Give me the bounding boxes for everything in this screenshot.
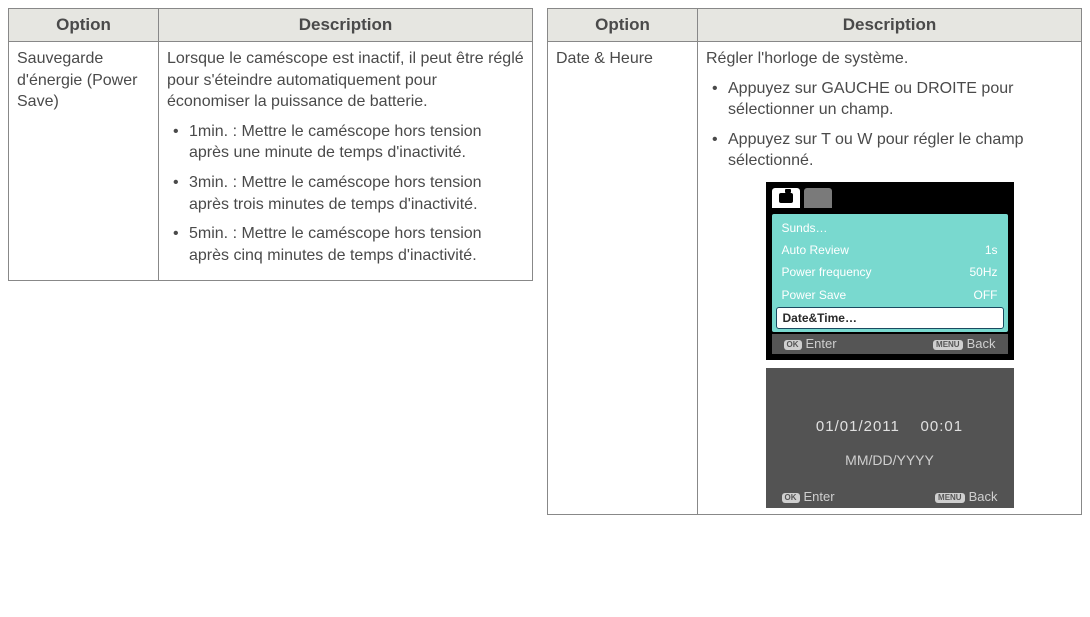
back-label: MENUBack bbox=[933, 335, 995, 353]
powersave-bullets: 1min. : Mettre le caméscope hors tension… bbox=[167, 121, 524, 267]
tab-other bbox=[804, 188, 832, 208]
menu-label: Auto Review bbox=[782, 242, 849, 258]
header-option: Option bbox=[9, 9, 159, 42]
list-item: 5min. : Mettre le caméscope hors tension… bbox=[185, 223, 524, 266]
menu-value: 1s bbox=[985, 242, 998, 258]
list-item: 3min. : Mettre le caméscope hors tension… bbox=[185, 172, 524, 215]
cell-option-date: Date & Heure bbox=[548, 42, 698, 515]
list-item: Appuyez sur T ou W pour régler le champ … bbox=[724, 129, 1073, 172]
back-label: MENUBack bbox=[935, 488, 997, 506]
header-description: Description bbox=[159, 9, 533, 42]
time-value: 00:01 bbox=[921, 418, 964, 435]
menu-icon: MENU bbox=[933, 340, 963, 350]
header-description: Description bbox=[698, 9, 1082, 42]
header-option: Option bbox=[548, 9, 698, 42]
menu-row: Auto Review 1s bbox=[776, 240, 1004, 260]
camera-icon bbox=[779, 193, 793, 203]
menu-row: Power Save OFF bbox=[776, 285, 1004, 305]
powersave-intro: Lorsque le caméscope est inactif, il peu… bbox=[167, 48, 524, 113]
tab-bar bbox=[772, 188, 1008, 210]
date-format: MM/DD/YYYY bbox=[766, 451, 1014, 470]
tab-camera bbox=[772, 188, 800, 208]
enter-label: OKEnter bbox=[784, 335, 837, 353]
menu-row: Sunds… bbox=[776, 218, 1004, 238]
datetime-footer: OKEnter MENUBack bbox=[766, 486, 1014, 508]
menu-label: Date&Time… bbox=[783, 310, 857, 326]
date-intro: Régler l'horloge de système. bbox=[706, 48, 1073, 70]
menu-label: Power Save bbox=[782, 287, 847, 303]
date-time-line: 01/01/2011 00:01 bbox=[766, 417, 1014, 437]
table-date-heure: Option Description Date & Heure Régler l… bbox=[547, 8, 1082, 515]
menu-label: Power frequency bbox=[782, 264, 872, 280]
list-item: Appuyez sur GAUCHE ou DROITE pour sélect… bbox=[724, 78, 1073, 121]
table-power-save: Option Description Sauvegarde d'énergie … bbox=[8, 8, 533, 281]
menu-value: 50Hz bbox=[969, 264, 997, 280]
list-item: 1min. : Mettre le caméscope hors tension… bbox=[185, 121, 524, 164]
ok-icon: OK bbox=[782, 493, 800, 503]
menu-value: OFF bbox=[974, 287, 998, 303]
datetime-screen: 01/01/2011 00:01 MM/DD/YYYY OKEnter MENU… bbox=[766, 368, 1014, 508]
cell-option-powersave: Sauvegarde d'énergie (Power Save) bbox=[9, 42, 159, 281]
menu-panel: Sunds… Auto Review 1s Power frequency 50… bbox=[772, 214, 1008, 332]
date-bullets: Appuyez sur GAUCHE ou DROITE pour sélect… bbox=[706, 78, 1073, 172]
menu-label: Sunds… bbox=[782, 220, 828, 236]
menu-footer: OKEnter MENUBack bbox=[772, 334, 1008, 354]
date-value: 01/01/2011 bbox=[816, 418, 900, 435]
cell-desc-powersave: Lorsque le caméscope est inactif, il peu… bbox=[159, 42, 533, 281]
menu-screen: Sunds… Auto Review 1s Power frequency 50… bbox=[766, 182, 1014, 360]
enter-label: OKEnter bbox=[782, 488, 835, 506]
menu-icon: MENU bbox=[935, 493, 965, 503]
menu-row: Power frequency 50Hz bbox=[776, 262, 1004, 282]
cell-desc-date: Régler l'horloge de système. Appuyez sur… bbox=[698, 42, 1082, 515]
menu-row-selected: Date&Time… bbox=[776, 307, 1004, 329]
ok-icon: OK bbox=[784, 340, 802, 350]
